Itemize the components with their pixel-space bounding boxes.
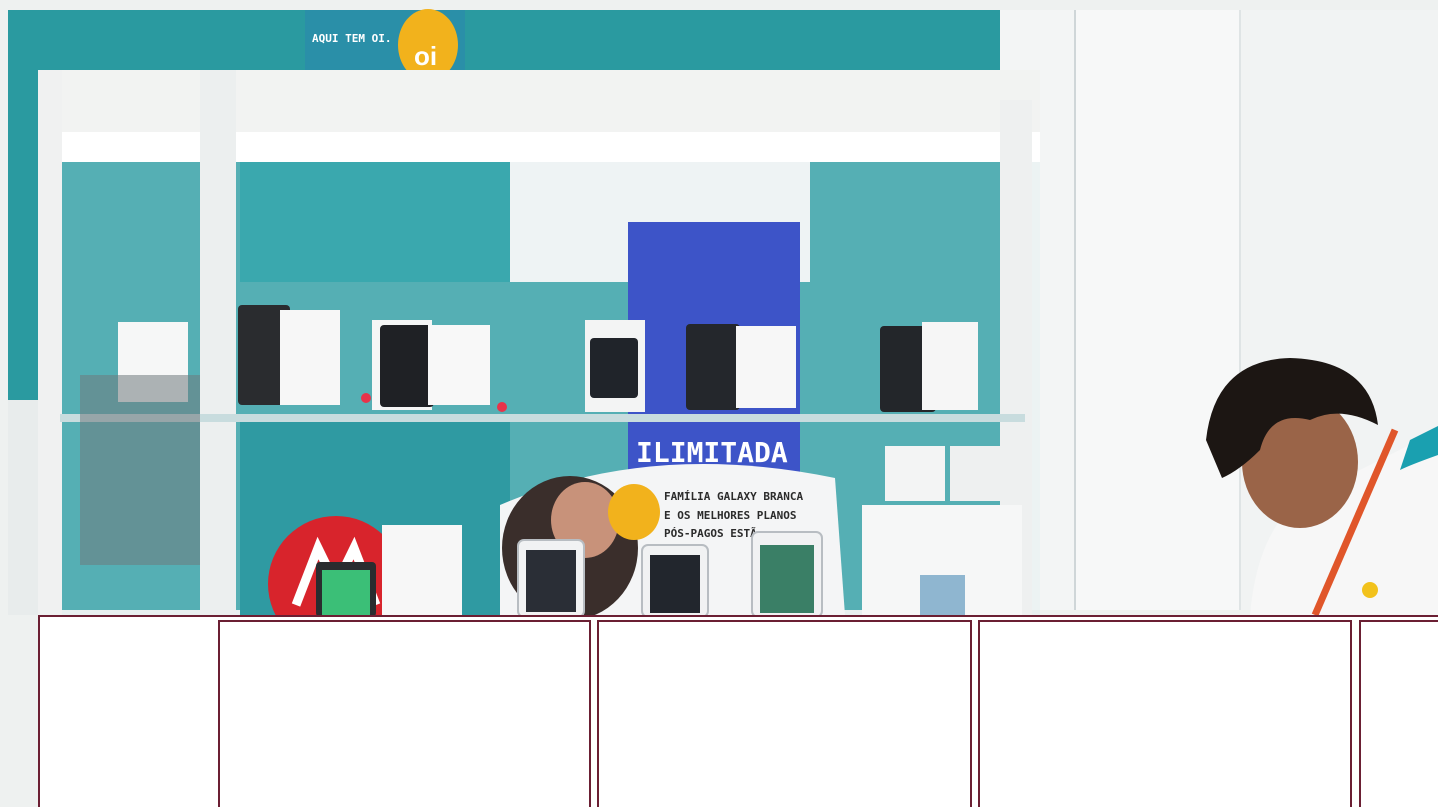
phone-screen bbox=[760, 545, 814, 613]
price-card bbox=[382, 525, 462, 615]
phone bbox=[590, 338, 638, 398]
price-dot bbox=[361, 393, 371, 403]
card-4[interactable] bbox=[1359, 620, 1438, 807]
phone bbox=[380, 325, 434, 407]
card-3[interactable] bbox=[978, 620, 1352, 807]
poster-oi-logo-icon bbox=[608, 484, 660, 540]
phone-screen bbox=[322, 570, 370, 615]
case-interior-teal bbox=[240, 162, 510, 282]
case-post-front-left bbox=[200, 70, 236, 615]
glass-shelf bbox=[60, 414, 1025, 422]
price-card bbox=[280, 310, 340, 405]
left-wall-strip bbox=[8, 400, 38, 615]
phone-screen bbox=[650, 555, 700, 613]
top-sign-text: AQUI TEM OI. bbox=[312, 32, 391, 45]
poster-line-2: E OS MELHORES PLANOS bbox=[664, 509, 796, 522]
price-card bbox=[922, 322, 978, 410]
page: AQUI TEM OI. oi ILIMITADA FAMÍLIA GALAXY… bbox=[0, 0, 1438, 807]
product-box-small bbox=[885, 446, 945, 501]
case-post-left bbox=[38, 70, 62, 615]
phone-screen bbox=[526, 550, 576, 612]
display-case-top bbox=[40, 70, 1040, 132]
product-box-small bbox=[950, 446, 1008, 501]
product-box-blue bbox=[920, 575, 965, 615]
display-case-light bbox=[40, 132, 1040, 162]
oi-logo-text: oi bbox=[414, 41, 437, 71]
card-1[interactable] bbox=[218, 620, 591, 807]
white-wall-left bbox=[1075, 10, 1240, 610]
phone bbox=[686, 324, 740, 410]
card-2[interactable] bbox=[597, 620, 972, 807]
price-card bbox=[428, 325, 490, 405]
poster-line-1: FAMÍLIA GALAXY BRANCA bbox=[664, 490, 803, 503]
lower-box-grey bbox=[80, 375, 200, 565]
price-card bbox=[736, 326, 796, 408]
employee-badge-icon bbox=[1362, 582, 1378, 598]
price-dot bbox=[497, 402, 507, 412]
